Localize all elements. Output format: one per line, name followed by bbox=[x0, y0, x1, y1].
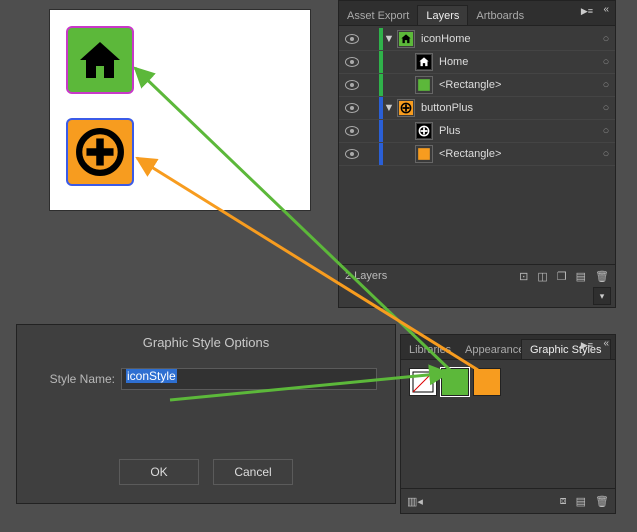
layer-thumbnail bbox=[415, 53, 433, 71]
style-name-label: Style Name: bbox=[35, 372, 121, 386]
panel-menu-icon[interactable]: ▶≡ bbox=[581, 6, 593, 17]
visibility-toggle-icon[interactable] bbox=[339, 126, 365, 136]
tab-artboards[interactable]: Artboards bbox=[468, 6, 532, 25]
layers-count-label: 2 Layers bbox=[345, 270, 387, 282]
dialog-title: Graphic Style Options bbox=[17, 325, 395, 368]
layer-name-label[interactable]: Home bbox=[437, 56, 597, 68]
new-layer-icon[interactable]: ▤ bbox=[576, 270, 586, 283]
layer-thumbnail bbox=[415, 145, 433, 163]
visibility-toggle-icon[interactable] bbox=[339, 34, 365, 44]
icon-home-artwork[interactable] bbox=[68, 28, 132, 92]
visibility-toggle-icon[interactable] bbox=[339, 57, 365, 67]
visibility-toggle-icon[interactable] bbox=[339, 80, 365, 90]
ok-button[interactable]: OK bbox=[119, 459, 199, 485]
cancel-button[interactable]: Cancel bbox=[213, 459, 293, 485]
layer-name-label[interactable]: <Rectangle> bbox=[437, 79, 597, 91]
layers-panel-footer: 2 Layers ⊡ ◫ ❐ ▤ 🗑 bbox=[339, 264, 615, 287]
graphic-style-options-dialog: Graphic Style Options Style Name: iconSt… bbox=[16, 324, 396, 504]
panel-resize-icon[interactable]: ▾ bbox=[593, 287, 611, 305]
break-link-icon[interactable]: ⧈ bbox=[560, 495, 567, 508]
layer-row[interactable]: Home○ bbox=[339, 51, 615, 74]
new-sublayer-icon[interactable]: ❐ bbox=[557, 270, 567, 283]
style-swatch-orange[interactable] bbox=[473, 368, 501, 396]
tab-libraries[interactable]: Libraries bbox=[401, 340, 457, 359]
target-icon[interactable]: ○ bbox=[597, 148, 615, 160]
graphic-styles-swatches bbox=[401, 360, 615, 404]
layer-name-label[interactable]: <Rectangle> bbox=[437, 148, 597, 160]
panel-menu-icon[interactable]: ▶≡ bbox=[581, 340, 593, 351]
layers-panel-tabbar: Asset Export Layers Artboards ▶≡ « bbox=[339, 1, 615, 26]
layers-list: ▼iconHome○Home○<Rectangle>○▼buttonPlus○P… bbox=[339, 26, 615, 166]
locate-object-icon[interactable]: ⊡ bbox=[519, 270, 528, 283]
layer-row[interactable]: Plus○ bbox=[339, 120, 615, 143]
new-style-icon[interactable]: ▤ bbox=[576, 495, 586, 508]
gs-panel-footer: ▥◂ ⧈ ▤ 🗑 bbox=[401, 488, 615, 513]
tab-appearance[interactable]: Appearance bbox=[457, 340, 521, 359]
delete-style-icon[interactable]: 🗑 bbox=[595, 495, 609, 508]
icon-plus-artwork[interactable] bbox=[68, 120, 132, 184]
layer-name-label[interactable]: buttonPlus bbox=[419, 102, 597, 114]
layer-thumbnail bbox=[397, 99, 415, 117]
disclosure-triangle-icon[interactable]: ▼ bbox=[383, 33, 395, 45]
target-icon[interactable]: ○ bbox=[597, 125, 615, 137]
target-icon[interactable]: ○ bbox=[597, 102, 615, 114]
layer-row[interactable]: <Rectangle>○ bbox=[339, 143, 615, 166]
graphic-styles-panel: Libraries Appearance Graphic Styles ▶≡ «… bbox=[400, 334, 616, 514]
make-clipping-mask-icon[interactable]: ◫ bbox=[537, 270, 547, 283]
layers-panel: Asset Export Layers Artboards ▶≡ « ▼ icon… bbox=[338, 0, 616, 308]
artboard-canvas bbox=[50, 10, 310, 210]
tab-layers[interactable]: Layers bbox=[417, 5, 468, 25]
target-icon[interactable]: ○ bbox=[597, 56, 615, 68]
layer-row[interactable]: ▼ iconHome○ bbox=[339, 28, 615, 51]
disclosure-triangle-icon[interactable]: ▼ bbox=[383, 102, 395, 114]
layer-name-label[interactable]: iconHome bbox=[419, 33, 597, 45]
style-swatch-default[interactable] bbox=[409, 368, 437, 396]
layer-thumbnail bbox=[397, 30, 415, 48]
style-name-input[interactable]: iconStyle bbox=[121, 368, 377, 390]
layer-row[interactable]: ▼ buttonPlus○ bbox=[339, 97, 615, 120]
delete-layer-icon[interactable]: 🗑 bbox=[595, 270, 609, 283]
layer-thumbnail bbox=[415, 122, 433, 140]
style-swatch-green[interactable] bbox=[441, 368, 469, 396]
panel-collapse-icon[interactable]: « bbox=[603, 339, 609, 349]
layer-row[interactable]: <Rectangle>○ bbox=[339, 74, 615, 97]
panel-collapse-icon[interactable]: « bbox=[603, 5, 609, 15]
visibility-toggle-icon[interactable] bbox=[339, 103, 365, 113]
gs-panel-tabbar: Libraries Appearance Graphic Styles ▶≡ « bbox=[401, 335, 615, 360]
layer-thumbnail bbox=[415, 76, 433, 94]
styles-library-menu-icon[interactable]: ▥◂ bbox=[407, 495, 423, 508]
tab-graphic-styles[interactable]: Graphic Styles bbox=[521, 339, 611, 359]
target-icon[interactable]: ○ bbox=[597, 33, 615, 45]
visibility-toggle-icon[interactable] bbox=[339, 149, 365, 159]
tab-asset-export[interactable]: Asset Export bbox=[339, 6, 417, 25]
target-icon[interactable]: ○ bbox=[597, 79, 615, 91]
layer-name-label[interactable]: Plus bbox=[437, 125, 597, 137]
